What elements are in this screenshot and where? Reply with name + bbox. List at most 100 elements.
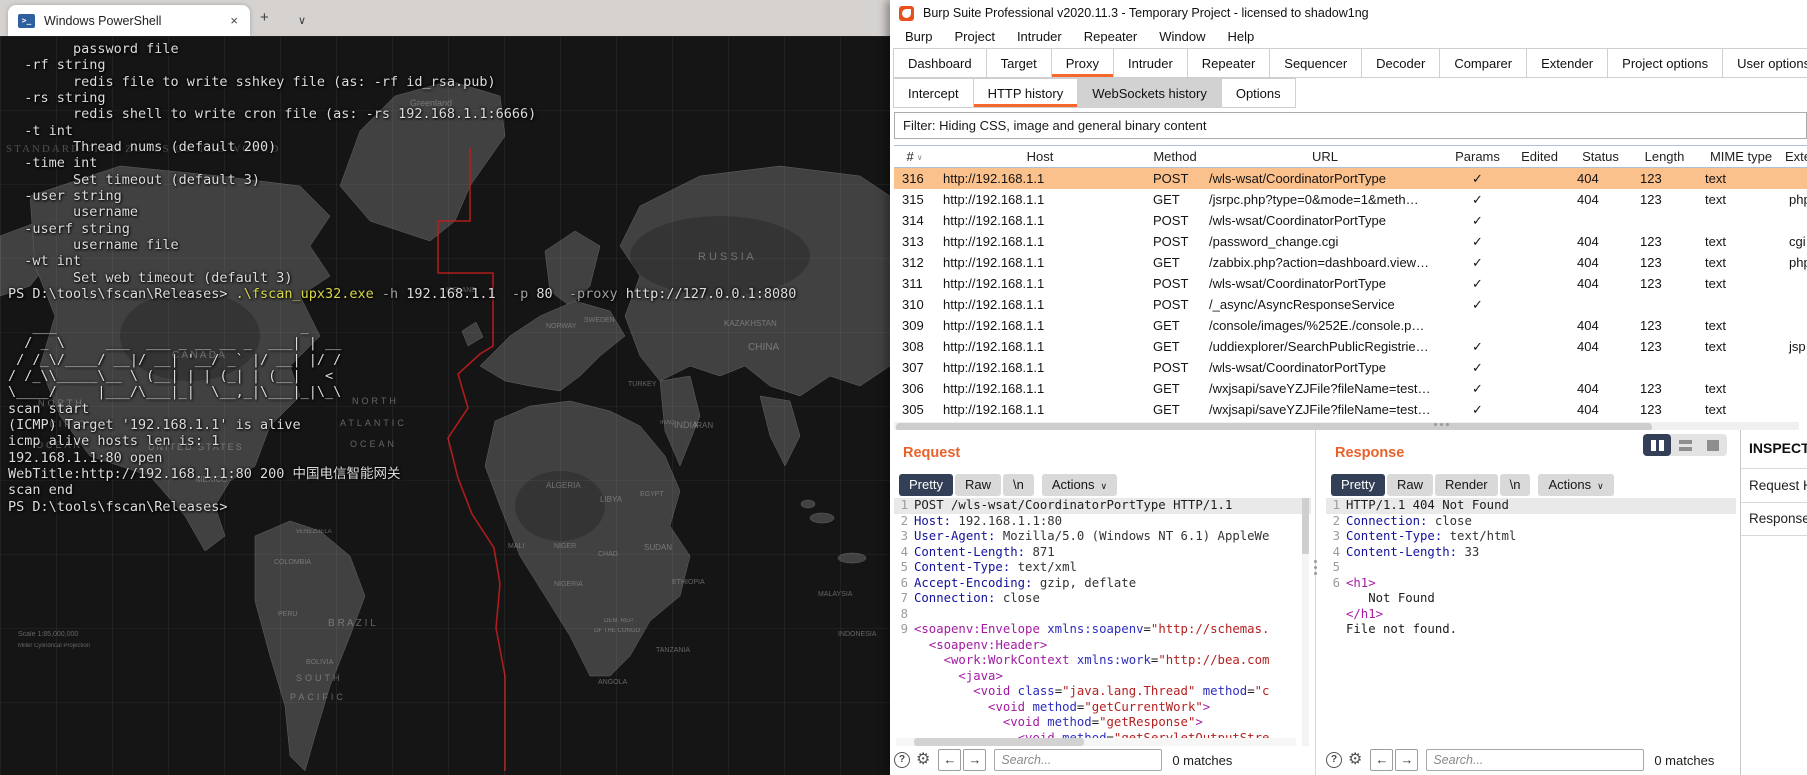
line-number: 4 [1332,544,1340,559]
layout-rows-button[interactable] [1671,434,1699,456]
view-tab-raw[interactable]: Raw [954,474,1001,496]
request-view-tabs: Pretty Raw \n Actions ∨ [899,474,1119,496]
cell-url: /uddiexplorer/SearchPublicRegistrie… [1209,339,1429,354]
table-row[interactable]: 309 http://192.168.1.1 GET/console/images/… [894,315,1807,336]
help-icon[interactable]: ? [894,752,910,768]
menu-item-repeater[interactable]: Repeater [1073,26,1148,48]
view-tab-pretty[interactable]: Pretty [899,474,953,496]
response-panel: Response Pretty Raw Render \n Actions ∨ 1 HTTP… [1322,430,1740,775]
terminal-tab-powershell[interactable]: >_ Windows PowerShell × [8,5,250,36]
subtab-options[interactable]: Options [1220,78,1296,108]
column-header-edited[interactable]: Edited [1510,146,1569,167]
menu-item-intruder[interactable]: Intruder [1006,26,1073,48]
column-header-mime-type[interactable]: MIME type [1697,146,1785,167]
inspector-section-response-headers[interactable]: Response Headers [1749,511,1807,526]
view-tab-pretty[interactable]: Pretty [1331,474,1385,496]
editor-line: <void method = "getResponse" > [894,715,1311,731]
view-tab-raw[interactable]: Raw [1386,474,1433,496]
inspector-section-request-headers[interactable]: Request Headers [1749,478,1807,493]
tab-proxy[interactable]: Proxy [1050,48,1114,78]
table-row[interactable]: 316 http://192.168.1.1 POST/wls-wsat/Coord… [894,168,1807,189]
cell-method: POST [1153,297,1189,312]
tab-sequencer[interactable]: Sequencer [1269,48,1363,78]
column-header-length[interactable]: Length [1632,146,1697,167]
cell-method: GET [1153,381,1180,396]
response-search-input[interactable] [1426,749,1645,771]
tab-extender[interactable]: Extender [1526,48,1609,78]
gear-icon[interactable]: ⚙ [916,752,930,768]
burp-app-icon [899,5,914,21]
terminal-screen[interactable]: STANDARD TIME ZONES OF THE WORLD NORTHPA… [0,36,890,775]
tab-user-options[interactable]: User options [1722,48,1807,78]
actions-button[interactable]: Actions ∨ [1538,474,1614,496]
column-header-params[interactable]: Params [1445,146,1510,167]
table-row[interactable]: 305 http://192.168.1.1 GET/wxjsapi/saveYZJ… [894,399,1807,420]
panel-splitter-handle-icon[interactable] [1314,560,1318,578]
table-row[interactable]: 310 http://192.168.1.1 POST /_async/AsyncRe… [894,294,1807,315]
menu-item-project[interactable]: Project [943,26,1005,48]
tab-target[interactable]: Target [985,48,1052,78]
menu-item-help[interactable]: Help [1216,26,1265,48]
inspector-title: INSPECTOR [1749,440,1807,456]
column-header-extension[interactable]: Extension [1785,146,1807,167]
search-prev-button[interactable]: ← [1370,749,1394,771]
cell-status: 404 [1577,339,1599,354]
tab-decoder[interactable]: Decoder [1361,48,1441,78]
cell-num: 309 [902,318,924,333]
cell-mime: text [1705,171,1726,186]
cell-url: /wls-wsat/CoordinatorPortType [1209,213,1387,228]
search-prev-button[interactable]: ← [938,749,962,771]
cell-method: GET [1153,192,1180,207]
view-tab--n[interactable]: \n [1499,474,1531,496]
http-history-filter-bar[interactable]: Filter: Hiding CSS, image and general bi… [894,112,1807,139]
new-tab-button[interactable]: + [260,9,269,27]
response-editor[interactable]: 1 HTTP/1.1 404 Not Found 2 Connection: clos… [1326,498,1736,746]
column-header-url[interactable]: URL [1205,146,1445,167]
request-editor[interactable]: 1 POST /wls-wsat/CoordinatorPortType HTTP… [894,498,1311,746]
search-next-button[interactable]: → [963,749,987,771]
table-row[interactable]: 311 http://192.168.1.1 POST/wls-wsat/Coord… [894,273,1807,294]
subtab-http-history[interactable]: HTTP history [972,78,1079,108]
line-number: 3 [1332,529,1340,543]
subtab-intercept[interactable]: Intercept [893,78,974,108]
column-header-method[interactable]: Method [1145,146,1205,167]
table-row[interactable]: 314 http://192.168.1.1 POST/wls-wsat/Coord… [894,210,1807,231]
gear-icon[interactable]: ⚙ [1348,752,1362,768]
tab-dashboard[interactable]: Dashboard [893,48,987,78]
screenshot-root: >_ Windows PowerShell × + ∨ password fil… [0,0,1807,775]
actions-button[interactable]: Actions ∨ [1041,474,1118,496]
menu-item-burp[interactable]: Burp [894,26,943,48]
terminal-line: / /_\\_____\__ \ (__| | | (_| | (__| < [8,367,334,384]
splitter-handle-icon[interactable] [1434,423,1454,427]
subtab-websockets-history[interactable]: WebSockets history [1077,78,1222,108]
table-row[interactable]: 308 http://192.168.1.1 GET/uddiexplorer/Se… [894,336,1807,357]
view-tab--n[interactable]: \n [1002,474,1034,496]
column-header-status[interactable]: Status [1569,146,1632,167]
layout-single-button[interactable] [1699,434,1727,456]
help-icon[interactable]: ? [1326,752,1342,768]
menu-item-window[interactable]: Window [1148,26,1216,48]
table-row[interactable]: 307 http://192.168.1.1 POST/wls-wsat/Coord… [894,357,1807,378]
table-row[interactable]: 312 http://192.168.1.1 GET/zabbix.php?acti… [894,252,1807,273]
tab-dropdown-icon[interactable]: ∨ [298,12,306,30]
request-vertical-scrollbar[interactable] [1302,498,1309,746]
tab-repeater[interactable]: Repeater [1186,48,1271,78]
search-next-button[interactable]: → [1395,749,1419,771]
burp-main-tabs: Dashboard Target Proxy Intruder Repeater Sequ… [893,48,1807,78]
table-row[interactable]: 313 http://192.168.1.1 POST/password_chang… [894,231,1807,252]
table-row[interactable]: 315 http://192.168.1.1 GET/jsrpc.php?type=… [894,189,1807,210]
column-header--[interactable]: # ∨ [894,146,935,167]
column-header-host[interactable]: Host [935,146,1145,167]
tab-intruder[interactable]: Intruder [1112,48,1188,78]
request-horizontal-scrollbar[interactable] [896,738,1296,746]
tab-project-options[interactable]: Project options [1607,48,1724,78]
layout-columns-button[interactable] [1643,434,1671,456]
request-search-input[interactable] [994,749,1163,771]
view-tab-render[interactable]: Render [1434,474,1498,496]
close-tab-icon[interactable]: × [226,12,242,29]
cell-params: ✓ [1472,402,1483,417]
table-row[interactable]: 306 http://192.168.1.1 GET/wxjsapi/saveYZJ… [894,378,1807,399]
tab-comparer[interactable]: Comparer [1439,48,1528,78]
cell-params: ✓ [1472,381,1483,396]
